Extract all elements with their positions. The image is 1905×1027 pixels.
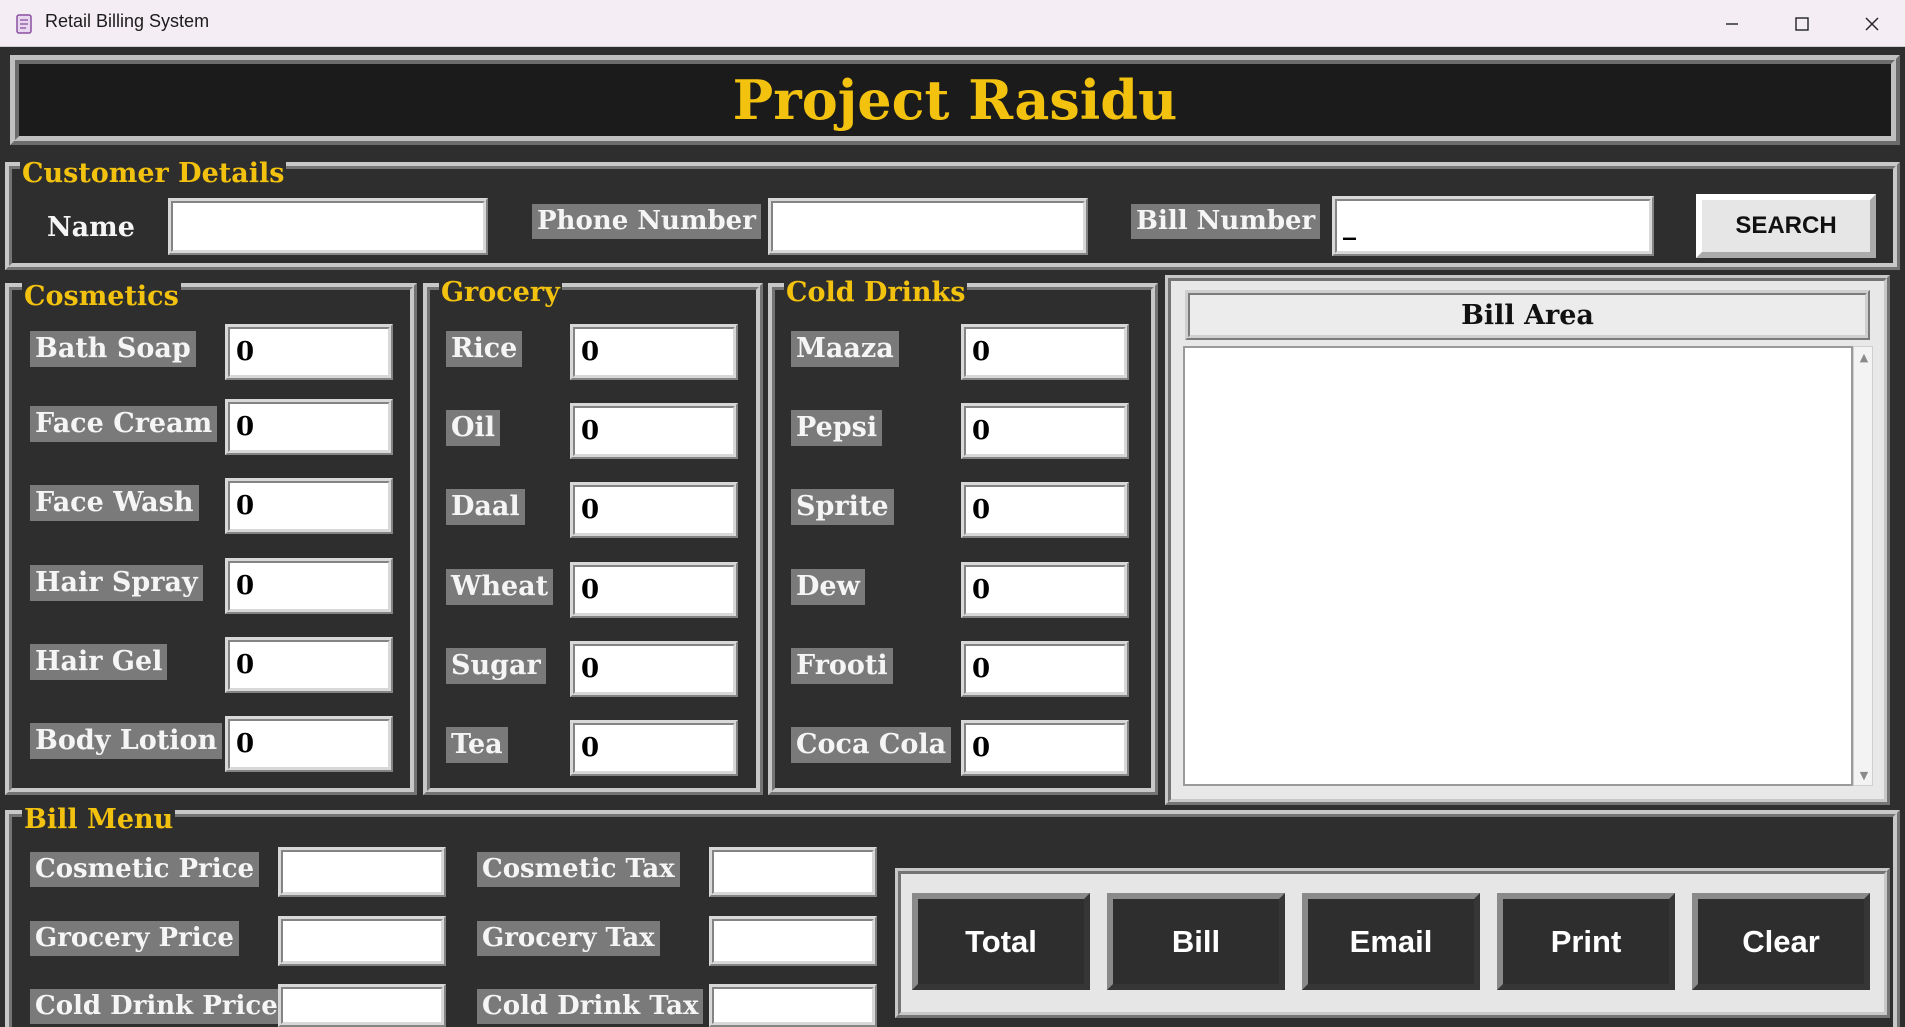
maaza-quantity-field[interactable]: 0 [961,324,1129,380]
bath-soap-label: Bath Soap [30,331,196,368]
rice-label: Rice [446,331,523,368]
cosmetic-price-field[interactable] [278,847,446,897]
sugar-label: Sugar [446,648,546,685]
cosmetic-tax-field[interactable] [709,847,877,897]
oil-quantity-field[interactable]: 0 [570,403,738,459]
name-label: Name [47,212,135,243]
page-title: Project Rasidu [732,68,1178,132]
title-banner: Project Rasidu [10,55,1900,145]
phone-number-field[interactable] [768,198,1088,255]
grocery-price-field[interactable] [278,916,446,966]
bill-number-label: Bill Number [1131,204,1321,240]
minimize-icon[interactable] [1697,0,1767,47]
bill-number-field[interactable]: _ [1332,196,1654,256]
coca-cola-label: Coca Cola [791,727,952,764]
face-wash-quantity-field[interactable]: 0 [225,478,393,534]
hair-spray-label: Hair Spray [30,565,203,602]
grocery-tax-field[interactable] [709,916,877,966]
bill-area-heading: Bill Area [1185,290,1870,340]
daal-label: Daal [446,489,525,526]
maximize-icon[interactable] [1767,0,1837,47]
body-lotion-label: Body Lotion [30,723,223,760]
grocery-legend: Grocery [439,277,562,308]
print-button[interactable]: Print [1497,893,1675,990]
cold-drink-price-label: Cold Drink Price [30,989,283,1025]
scroll-down-icon[interactable]: ▼ [1854,765,1874,785]
bill-area-textbox[interactable] [1183,346,1853,786]
sugar-quantity-field[interactable]: 0 [570,641,738,697]
search-button[interactable]: SEARCH [1696,194,1876,258]
pepsi-label: Pepsi [791,410,883,447]
cold-drink-tax-field[interactable] [709,984,877,1027]
bill-menu-legend: Bill Menu [22,804,176,835]
tea-quantity-field[interactable]: 0 [570,720,738,776]
grocery-tax-label: Grocery Tax [477,921,660,957]
face-wash-label: Face Wash [30,485,199,522]
tea-label: Tea [446,727,508,764]
cold-drink-price-field[interactable] [278,984,446,1027]
phone-number-label: Phone Number [532,204,761,240]
daal-quantity-field[interactable]: 0 [570,482,738,538]
hair-gel-label: Hair Gel [30,644,168,681]
close-icon[interactable] [1837,0,1905,47]
hair-spray-quantity-field[interactable]: 0 [225,558,393,614]
app-icon [14,13,36,35]
maaza-label: Maaza [791,331,899,368]
sprite-quantity-field[interactable]: 0 [961,482,1129,538]
rice-quantity-field[interactable]: 0 [570,324,738,380]
dew-label: Dew [791,569,865,606]
grocery-price-label: Grocery Price [30,921,239,957]
wheat-quantity-field[interactable]: 0 [570,562,738,618]
clear-button[interactable]: Clear [1692,893,1870,990]
frooti-label: Frooti [791,648,893,685]
bath-soap-quantity-field[interactable]: 0 [225,324,393,380]
face-cream-quantity-field[interactable]: 0 [225,399,393,455]
cold-drinks-legend: Cold Drinks [784,277,968,308]
sprite-label: Sprite [791,489,894,526]
coca-cola-quantity-field[interactable]: 0 [961,720,1129,776]
cosmetics-legend: Cosmetics [22,281,181,312]
cosmetic-price-label: Cosmetic Price [30,852,259,888]
wheat-label: Wheat [446,569,554,606]
total-button[interactable]: Total [912,893,1090,990]
name-field[interactable] [168,198,488,255]
frooti-quantity-field[interactable]: 0 [961,641,1129,697]
bill-area-scrollbar[interactable]: ▲ ▼ [1853,346,1873,786]
bill-button[interactable]: Bill [1107,893,1285,990]
oil-label: Oil [446,410,501,447]
dew-quantity-field[interactable]: 0 [961,562,1129,618]
window-titlebar [0,0,1905,47]
face-cream-label: Face Cream [30,406,218,443]
body-lotion-quantity-field[interactable]: 0 [225,716,393,772]
cold-drink-tax-label: Cold Drink Tax [477,989,704,1025]
window-title: Retail Billing System [45,11,210,31]
scroll-up-icon[interactable]: ▲ [1854,347,1874,367]
cosmetic-tax-label: Cosmetic Tax [477,852,680,888]
email-button[interactable]: Email [1302,893,1480,990]
pepsi-quantity-field[interactable]: 0 [961,403,1129,459]
customer-details-legend: Customer Details [20,158,287,189]
hair-gel-quantity-field[interactable]: 0 [225,637,393,693]
